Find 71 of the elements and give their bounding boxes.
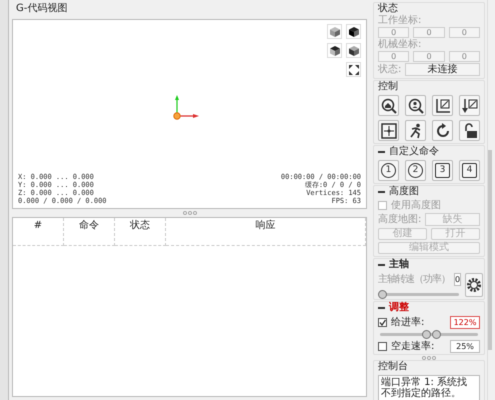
speed-field[interactable]: 0 bbox=[454, 273, 462, 286]
slider-thumb[interactable] bbox=[432, 330, 441, 339]
machine-control-button[interactable] bbox=[405, 95, 426, 116]
cube-icon bbox=[330, 46, 340, 56]
group-title: 高度图 bbox=[389, 186, 419, 198]
column-header[interactable]: 状态 bbox=[115, 218, 166, 246]
column-header[interactable]: 响应 bbox=[166, 218, 366, 246]
gear-icon bbox=[466, 277, 482, 293]
scrollbar-thumb[interactable] bbox=[488, 150, 492, 350]
machine-control-button[interactable] bbox=[378, 120, 399, 141]
checkbox-label: 空走速率: bbox=[391, 341, 436, 352]
machine-control-button[interactable] bbox=[405, 120, 426, 141]
custom-command-button[interactable]: 4 bbox=[459, 160, 480, 181]
view-button[interactable] bbox=[346, 43, 361, 58]
cube-icon bbox=[348, 26, 358, 36]
checkbox[interactable] bbox=[378, 318, 387, 327]
splitter-handle[interactable] bbox=[182, 211, 196, 215]
custom-command-button[interactable]: 1 bbox=[378, 160, 399, 181]
coordinate-field: 0 bbox=[448, 27, 480, 38]
group-title: G-代码视图 bbox=[15, 3, 68, 15]
group-title: 调整 bbox=[389, 302, 409, 314]
field-label: 机械坐标: bbox=[378, 39, 422, 50]
slider-thumb[interactable] bbox=[422, 330, 432, 339]
group-title: 控制台 bbox=[378, 361, 408, 373]
field-label: 工作坐标: bbox=[378, 15, 422, 26]
checkbox-label: 给进率: bbox=[391, 317, 426, 328]
custom-command-button[interactable]: 2 bbox=[405, 160, 426, 181]
machine-control-button[interactable] bbox=[459, 120, 480, 141]
frame-icon bbox=[380, 122, 396, 138]
home-search-icon bbox=[380, 98, 396, 114]
field-label: 高度地图: bbox=[378, 214, 422, 225]
coordinate-field: 0 bbox=[448, 51, 480, 62]
custom-command-button[interactable]: 3 bbox=[432, 160, 453, 181]
expand-icon bbox=[348, 64, 358, 74]
state-field: 未连接 bbox=[405, 63, 480, 76]
checkbox-label: 使用高度图 bbox=[391, 200, 441, 211]
machine-control-button[interactable] bbox=[432, 95, 453, 116]
console-output: 端口异常 1: 系统找不到指定的路径。 bbox=[378, 375, 480, 400]
scrollbar[interactable] bbox=[487, 0, 492, 400]
fit-view-button[interactable] bbox=[346, 62, 361, 77]
group-title: 状态 bbox=[378, 3, 398, 14]
override-field[interactable]: 25% bbox=[450, 340, 480, 353]
reset-icon bbox=[434, 122, 450, 138]
coordinate-field: 0 bbox=[413, 51, 445, 62]
slider-thumb[interactable] bbox=[378, 290, 387, 299]
checkbox[interactable] bbox=[378, 342, 387, 351]
spindle-button[interactable] bbox=[465, 273, 484, 297]
zero-down-icon bbox=[462, 98, 478, 114]
group-title: 自定义命令 bbox=[389, 146, 439, 158]
group-title: 主轴 bbox=[389, 259, 409, 271]
coordinate-field: 0 bbox=[378, 51, 410, 62]
search-person-icon bbox=[408, 98, 424, 114]
runner-icon bbox=[408, 122, 424, 138]
override-field[interactable]: 122% bbox=[450, 316, 480, 329]
machine-control-button[interactable] bbox=[459, 95, 480, 116]
coordinate-field: 0 bbox=[413, 27, 445, 38]
splitter-handle[interactable] bbox=[422, 356, 436, 360]
column-header[interactable]: # bbox=[13, 218, 64, 246]
view-button[interactable] bbox=[346, 24, 361, 39]
cube-icon bbox=[348, 46, 358, 56]
machine-control-button[interactable] bbox=[378, 95, 399, 116]
machine-control-button[interactable] bbox=[432, 120, 453, 141]
view-button[interactable] bbox=[327, 43, 342, 58]
group-title: 控制 bbox=[378, 81, 398, 93]
zero-axes-icon bbox=[434, 98, 450, 114]
column-header[interactable]: 命令 bbox=[64, 218, 115, 246]
field-label: 状态: bbox=[378, 64, 402, 75]
coordinate-field: 0 bbox=[378, 27, 410, 38]
field-label: 主轴转速（功率） bbox=[378, 274, 450, 285]
heightmap-field: 缺失 bbox=[425, 213, 480, 226]
cube-icon bbox=[330, 26, 340, 36]
